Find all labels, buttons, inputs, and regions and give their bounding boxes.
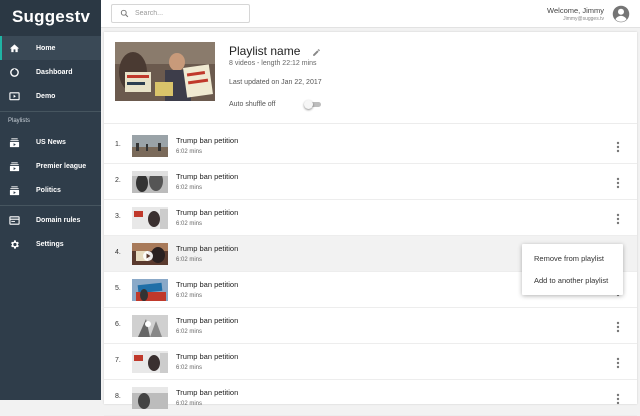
video-length: 6:02 mins [176,257,203,263]
video-number: 2. [115,177,121,184]
video-row[interactable]: 3. Trump ban petition 6:02 mins [104,200,637,236]
video-length: 6:02 mins [176,293,203,299]
more-options-icon[interactable] [616,176,620,189]
video-thumbnail[interactable] [132,171,168,193]
video-row[interactable]: 6. Trump ban petition 6:02 mins [104,308,637,344]
user-info: Welcome, Jimmy Jimmy@sugges.tv [547,6,604,22]
app-logo: Suggestv [0,0,101,36]
sidebar-item-label: Domain rules [36,216,81,224]
playlist-icon [8,160,20,172]
auto-shuffle-label: Auto shuffle off [229,101,276,108]
dashboard-icon [8,66,20,78]
sidebar-item-label: Demo [36,92,56,100]
remove-from-playlist-menu-item[interactable]: Remove from playlist [522,248,623,270]
sidebar-item-politics[interactable]: Politics [0,178,101,202]
top-header: Welcome, Jimmy Jimmy@sugges.tv [101,0,640,28]
gear-icon [8,238,20,250]
sidebar-item-label: Politics [36,186,61,194]
video-length: 6:02 mins [176,185,203,191]
playlist-icon [8,136,20,148]
sidebar-item-label: Settings [36,240,64,248]
welcome-text: Welcome, Jimmy [547,6,604,15]
video-thumbnail[interactable] [132,387,168,409]
auto-shuffle-toggle[interactable] [304,100,322,109]
video-thumbnail[interactable] [132,315,168,337]
toggle-knob [304,100,313,109]
video-thumbnail[interactable] [132,135,168,157]
sidebar-item-domain-rules[interactable]: Domain rules [0,208,101,232]
video-title[interactable]: Trump ban petition [176,136,238,145]
sidebar-item-label: Home [36,44,56,52]
sidebar-item-demo[interactable]: Demo [0,84,101,108]
video-number: 8. [115,393,121,400]
video-title[interactable]: Trump ban petition [176,388,238,397]
video-title[interactable]: Trump ban petition [176,316,238,325]
video-title[interactable]: Trump ban petition [176,352,238,361]
playlist-icon [8,184,20,196]
video-title[interactable]: Trump ban petition [176,208,238,217]
search-icon[interactable] [120,9,129,18]
sidebar-item-dashboard[interactable]: Dashboard [0,60,101,84]
playlist-meta: 8 videos - length 22:12 mins [229,60,317,67]
more-options-icon[interactable] [616,392,620,405]
more-options-icon[interactable] [616,320,620,333]
playlist-panel: Playlist name 8 videos - length 22:12 mi… [104,32,637,416]
edit-pencil-icon[interactable] [312,44,322,56]
sidebar-item-us-news[interactable]: US News [0,130,101,154]
video-row[interactable]: 1. Trump ban petition 6:02 mins [104,128,637,164]
video-title[interactable]: Trump ban petition [176,244,238,253]
video-number: 5. [115,285,121,292]
sidebar-item-label: Premier league [36,162,87,170]
user-email: Jimmy@sugges.tv [563,16,604,22]
video-row[interactable]: 7. Trump ban petition 6:02 mins [104,344,637,380]
video-thumbnail[interactable] [132,243,168,265]
sidebar-divider [0,205,101,206]
domain-rules-icon [8,214,20,226]
sidebar: Suggestv Home Dashboard Demo Playlists U… [0,0,101,400]
video-length: 6:02 mins [176,329,203,335]
more-options-icon[interactable] [616,140,620,153]
search-input[interactable] [135,10,245,17]
video-length: 6:02 mins [176,401,203,407]
sidebar-item-label: Dashboard [36,68,73,76]
sidebar-item-home[interactable]: Home [0,36,101,60]
video-number: 6. [115,321,121,328]
video-number: 1. [115,141,121,148]
video-title[interactable]: Trump ban petition [176,280,238,289]
video-length: 6:02 mins [176,221,203,227]
sidebar-section-label: Playlists [8,118,31,124]
playlist-info: Playlist name 8 videos - length 22:12 mi… [104,32,637,124]
playlist-cover-image [115,42,215,101]
playlist-title: Playlist name [229,44,301,58]
home-icon [8,42,20,54]
demo-icon [8,90,20,102]
video-title[interactable]: Trump ban petition [176,172,238,181]
video-thumbnail[interactable] [132,207,168,229]
search-box[interactable] [111,4,250,23]
video-number: 7. [115,357,121,364]
video-thumbnail[interactable] [132,351,168,373]
more-options-icon[interactable] [616,212,620,225]
add-to-another-playlist-menu-item[interactable]: Add to another playlist [522,270,623,292]
video-row[interactable]: 2. Trump ban petition 6:02 mins [104,164,637,200]
playlist-updated: Last updated on Jan 22, 2017 [229,79,322,86]
account-avatar-icon[interactable] [612,5,630,23]
video-thumbnail[interactable] [132,279,168,301]
video-context-menu: Remove from playlist Add to another play… [522,244,623,295]
video-number: 4. [115,249,121,256]
sidebar-divider [0,111,101,112]
sidebar-item-label: US News [36,138,66,146]
sidebar-item-settings[interactable]: Settings [0,232,101,256]
more-options-icon[interactable] [616,356,620,369]
sidebar-item-premier-league[interactable]: Premier league [0,154,101,178]
video-length: 6:02 mins [176,149,203,155]
video-length: 6:02 mins [176,365,203,371]
video-number: 3. [115,213,121,220]
video-row[interactable]: 8. Trump ban petition 6:02 mins [104,380,637,416]
